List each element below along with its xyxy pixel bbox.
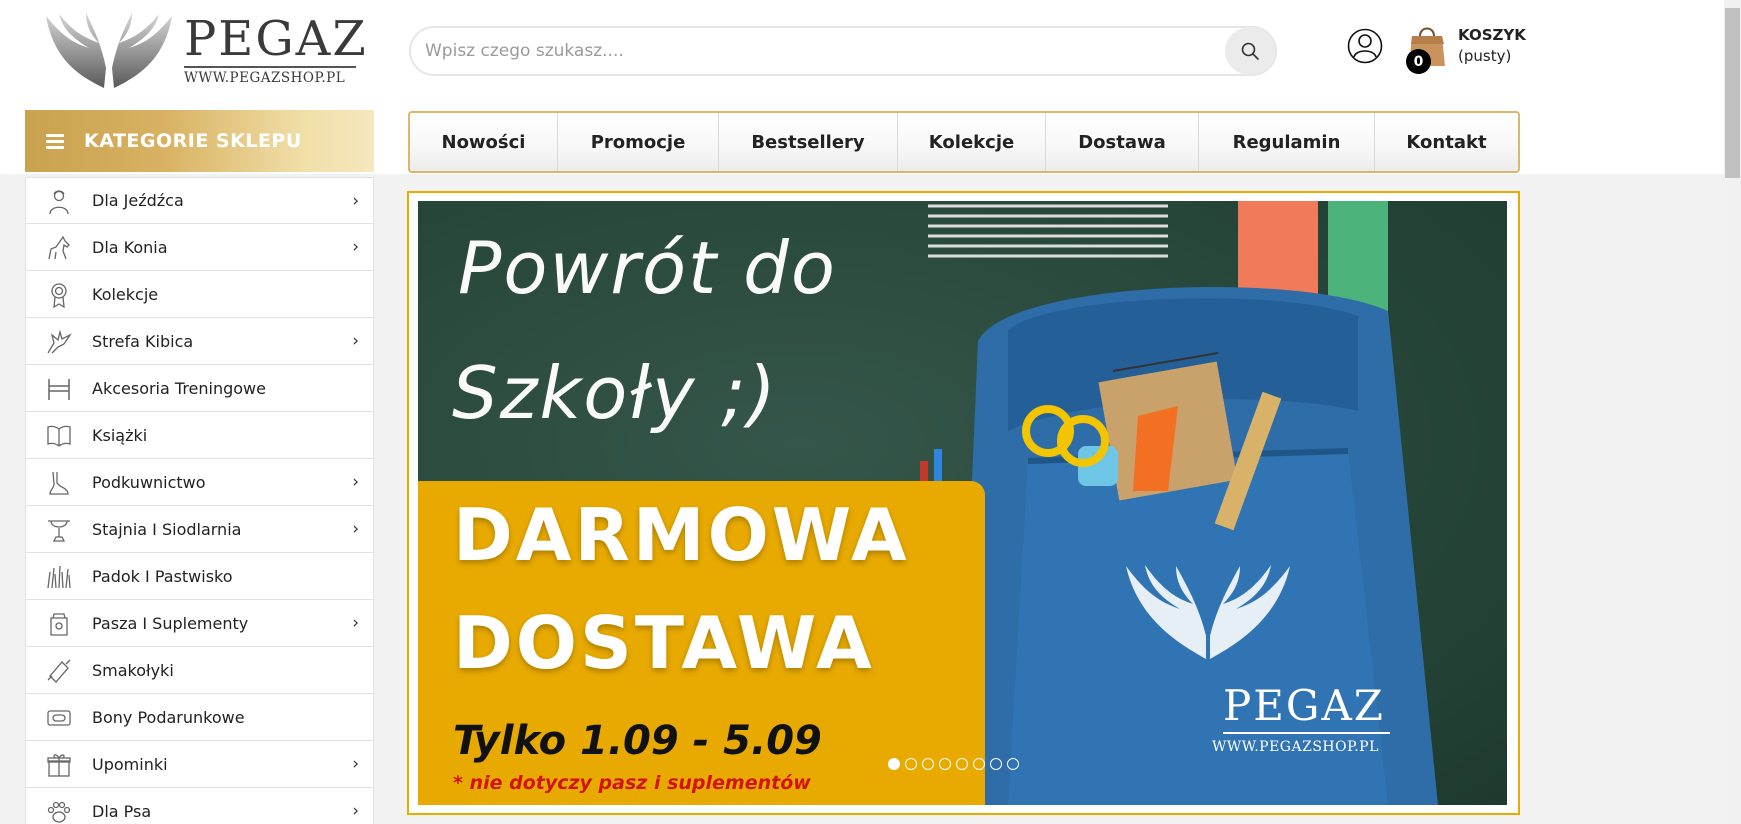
search-icon xyxy=(1241,42,1259,60)
cart-count-badge: 0 xyxy=(1406,49,1431,74)
sidebar-item-label: Strefa Kibica xyxy=(92,331,194,351)
sidebar-item-dla-psa[interactable]: Dla Psa › xyxy=(25,788,374,824)
sidebar-item-label: Padok I Pastwisko xyxy=(92,566,233,586)
promo-note: * nie dotyczy pasz i suplementów xyxy=(453,772,811,794)
promo-dates: Tylko 1.09 - 5.09 xyxy=(453,718,822,764)
chevron-right-icon: › xyxy=(352,801,359,821)
sidebar-item-ksiazki[interactable]: Książki xyxy=(25,412,374,459)
grass-icon xyxy=(47,565,71,589)
pegasus-icon xyxy=(47,329,72,354)
sidebar-item-upominki[interactable]: Upominki › xyxy=(25,741,374,788)
slider-dot[interactable] xyxy=(905,758,917,770)
nav-item-bestsellery[interactable]: Bestsellery xyxy=(719,113,898,171)
nav-item-kontakt[interactable]: Kontakt xyxy=(1375,113,1518,171)
cart-status: (pusty) xyxy=(1458,47,1512,65)
trophy-icon xyxy=(48,520,70,542)
backpack-illustration xyxy=(920,201,1438,805)
gift-icon xyxy=(47,754,71,777)
banner-headline-line1: Powrót do xyxy=(458,226,837,310)
sidebar-item-smakolyki[interactable]: Smakołyki xyxy=(25,647,374,694)
slider-dot[interactable] xyxy=(990,758,1002,770)
sidebar-item-akcesoria-treningowe[interactable]: Akcesoria Treningowe xyxy=(25,365,374,412)
jump-hurdle-icon xyxy=(48,379,70,400)
logo-divider xyxy=(184,66,356,68)
voucher-icon xyxy=(47,710,71,726)
chevron-right-icon: › xyxy=(352,519,359,539)
search-input[interactable] xyxy=(425,28,1205,74)
sidebar-item-label: Podkuwnictwo xyxy=(92,472,206,492)
promo-box: DARMOWA DOSTAWA Tylko 1.09 - 5.09 * nie … xyxy=(418,481,985,805)
rosette-icon xyxy=(51,283,67,308)
book-icon xyxy=(47,425,71,447)
horse-icon xyxy=(48,235,70,260)
feed-bucket-icon xyxy=(50,613,68,636)
nav-item-nowosci[interactable]: Nowości xyxy=(410,113,558,171)
paw-icon xyxy=(47,801,71,823)
sidebar-item-label: Upominki xyxy=(92,754,168,774)
nav-item-dostawa[interactable]: Dostawa xyxy=(1046,113,1199,171)
hero-banner[interactable]: PEGAZ WWW.PEGAZSHOP.PL Powrót do Szkoły … xyxy=(418,201,1507,805)
slider-dot[interactable] xyxy=(922,758,934,770)
categories-title: KATEGORIE SKLEPU xyxy=(84,130,302,152)
chevron-right-icon: › xyxy=(352,190,359,211)
slider-pagination xyxy=(888,758,1019,770)
scrollbar-thumb[interactable] xyxy=(1725,8,1740,178)
slider-dot[interactable] xyxy=(973,758,985,770)
sidebar-item-strefa-kibica[interactable]: Strefa Kibica › xyxy=(25,318,374,365)
categories-toggle[interactable]: KATEGORIE SKLEPU xyxy=(25,110,374,172)
nav-item-regulamin[interactable]: Regulamin xyxy=(1199,113,1375,171)
sidebar-item-label: Smakołyki xyxy=(92,660,174,680)
main-nav: Nowości Promocje Bestsellery Kolekcje Do… xyxy=(408,111,1520,173)
sidebar-item-label: Stajnia I Siodlarnia xyxy=(92,519,242,539)
account-icon[interactable] xyxy=(1347,28,1383,64)
chevron-right-icon: › xyxy=(352,331,359,351)
sidebar-item-podkuwnictwo[interactable]: Podkuwnictwo › xyxy=(25,459,374,506)
hero-slider[interactable]: PEGAZ WWW.PEGAZSHOP.PL Powrót do Szkoły … xyxy=(407,191,1520,815)
search-button[interactable] xyxy=(1225,27,1275,75)
chevron-right-icon: › xyxy=(352,237,359,257)
bag-logo-wordmark: PEGAZ xyxy=(1223,681,1385,730)
sidebar-item-label: Dla Jeźdźca xyxy=(92,191,184,210)
chevron-right-icon: › xyxy=(352,613,359,633)
bag-logo-divider xyxy=(1223,732,1390,734)
sidebar-item-label: Dla Psa xyxy=(92,801,152,821)
sidebar-item-pasza-i-suplementy[interactable]: Pasza I Suplementy › xyxy=(25,600,374,647)
slider-dot[interactable] xyxy=(956,758,968,770)
sidebar-item-dla-konia[interactable]: Dla Konia › xyxy=(25,224,374,271)
rider-icon xyxy=(49,190,69,215)
sidebar-item-dla-jezdzca[interactable]: Dla Jeźdźca › xyxy=(25,177,374,224)
sidebar-item-stajnia-i-siodlarnia[interactable]: Stajnia I Siodlarnia › xyxy=(25,506,374,553)
bag-wings-logo-icon xyxy=(1126,565,1290,659)
hoof-icon xyxy=(49,471,69,495)
promo-line1: DARMOWA xyxy=(453,493,910,577)
sidebar-item-kolekcje[interactable]: Kolekcje xyxy=(25,271,374,318)
treat-icon xyxy=(47,659,71,683)
nav-item-kolekcje[interactable]: Kolekcje xyxy=(898,113,1046,171)
slider-dot[interactable] xyxy=(1007,758,1019,770)
hamburger-icon xyxy=(46,131,64,152)
category-sidebar: Dla Jeźdźca › Dla Konia › Kolekcje Stref… xyxy=(25,177,374,824)
logo-wordmark: PEGAZ xyxy=(184,11,368,67)
sidebar-item-label: Bony Podarunkowe xyxy=(92,707,245,727)
sidebar-item-label: Pasza I Suplementy xyxy=(92,613,249,633)
wings-logo-icon xyxy=(46,13,172,88)
chevron-right-icon: › xyxy=(352,754,359,774)
logo-url: WWW.PEGAZSHOP.PL xyxy=(184,70,346,86)
sidebar-item-label: Książki xyxy=(92,425,148,445)
promo-line2: DOSTAWA xyxy=(453,601,875,685)
banner-headline-line2: Szkoły ;) xyxy=(452,351,778,435)
sidebar-item-bony-podarunkowe[interactable]: Bony Podarunkowe xyxy=(25,694,374,741)
sidebar-item-label: Akcesoria Treningowe xyxy=(92,378,266,398)
search-bar xyxy=(409,26,1277,76)
slider-dot[interactable] xyxy=(939,758,951,770)
chevron-right-icon: › xyxy=(352,472,359,492)
cart-label[interactable]: KOSZYK xyxy=(1458,26,1526,44)
slider-dot[interactable] xyxy=(888,758,900,770)
bag-logo-url: WWW.PEGAZSHOP.PL xyxy=(1212,739,1379,755)
sidebar-item-padok-i-pastwisko[interactable]: Padok I Pastwisko xyxy=(25,553,374,600)
sidebar-item-label: Dla Konia xyxy=(92,237,168,257)
site-logo[interactable]: PEGAZ WWW.PEGAZSHOP.PL xyxy=(44,8,366,92)
nav-item-promocje[interactable]: Promocje xyxy=(558,113,719,171)
sidebar-item-label: Kolekcje xyxy=(92,284,159,304)
